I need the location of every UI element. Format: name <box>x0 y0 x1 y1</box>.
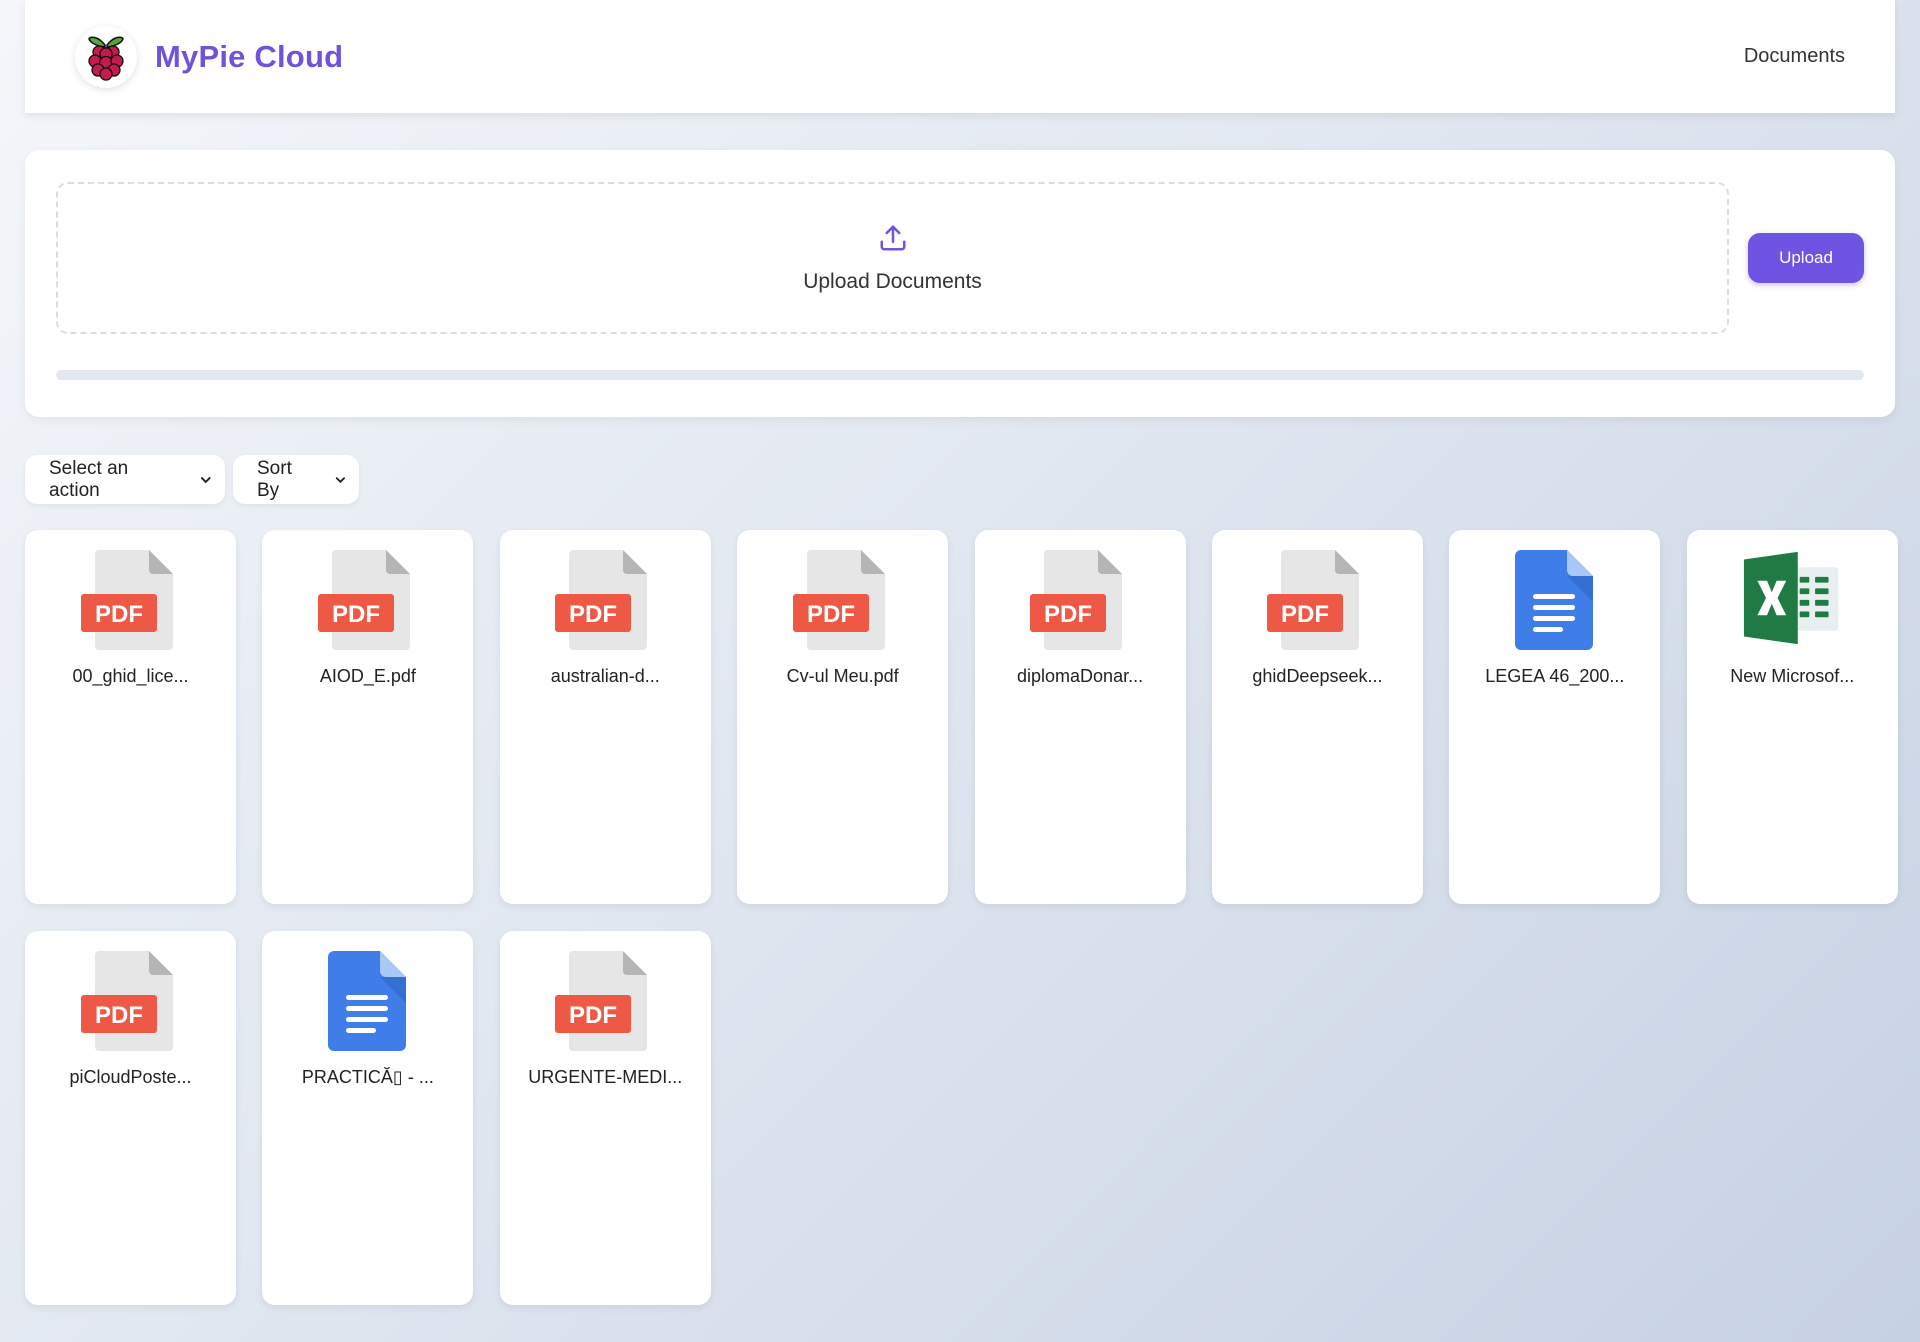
chevron-down-icon <box>201 476 212 483</box>
upload-dropzone[interactable]: Upload Documents <box>56 182 1729 334</box>
google-docs-file-icon <box>1505 548 1605 650</box>
file-name: 00_ghid_lice... <box>72 666 189 686</box>
pdf-file-icon: PDF <box>80 548 181 650</box>
action-select[interactable]: Select an action <box>25 455 225 504</box>
pdf-file-icon: PDF <box>317 548 418 650</box>
file-name: URGENTE-MEDI... <box>528 1067 683 1087</box>
sort-select-value: Sort By <box>257 457 292 501</box>
pdf-file-icon: PDF <box>792 548 893 650</box>
upload-button[interactable]: Upload <box>1748 233 1864 283</box>
file-name: Cv-ul Meu.pdf <box>786 666 899 686</box>
pdf-label: PDF <box>569 601 617 628</box>
upload-progress-bar <box>56 370 1864 380</box>
file-card[interactable]: New Microsof... <box>1686 530 1898 904</box>
excel-file-icon <box>1742 548 1842 650</box>
pdf-file-icon: PDF <box>555 548 655 650</box>
pdf-label: PDF <box>95 1002 143 1029</box>
file-card[interactable]: PDF Cv-ul Meu.pdf <box>737 530 949 904</box>
pdf-label: PDF <box>807 601 855 628</box>
file-card[interactable]: LEGEA 46_200... <box>1449 530 1661 904</box>
file-name: New Microsof... <box>1730 666 1855 686</box>
file-name: LEGEA 46_200... <box>1485 666 1625 686</box>
pdf-label: PDF <box>1281 601 1329 628</box>
dropzone-label: Upload Documents <box>803 269 982 293</box>
file-name: PRACTICĂ▯ - ... <box>301 1067 434 1087</box>
sort-select[interactable]: Sort By <box>233 455 359 504</box>
file-card[interactable]: PDF ghidDeepseek... <box>1211 530 1423 904</box>
pdf-file-icon: PDF <box>1267 548 1367 650</box>
pdf-label: PDF <box>332 601 380 628</box>
file-name: australian-d... <box>550 666 660 686</box>
upload-panel: Upload Documents Upload <box>25 150 1895 417</box>
file-name: ghidDeepseek... <box>1252 666 1383 686</box>
action-select-value: Select an action <box>49 457 129 501</box>
upload-icon <box>878 223 908 258</box>
pdf-file-icon: PDF <box>80 949 181 1051</box>
pdf-label: PDF <box>569 1002 617 1029</box>
file-card[interactable]: PDF diplomaDonar... <box>974 530 1186 904</box>
file-grid: PDF 00_ghid_lice... PDF AIOD_E.pdf PDF austra… <box>25 530 1898 1305</box>
file-card[interactable]: PDF AIOD_E.pdf <box>262 530 474 904</box>
toolbar: Select an action Sort By <box>25 455 359 504</box>
app-title: MyPie Cloud <box>155 38 344 74</box>
nav-documents-link[interactable]: Documents <box>1744 45 1845 68</box>
file-name: piCloudPoste... <box>69 1067 192 1087</box>
pdf-file-icon: PDF <box>555 949 655 1051</box>
file-card[interactable]: PDF 00_ghid_lice... <box>25 530 236 904</box>
pdf-label: PDF <box>1044 601 1092 628</box>
file-card[interactable]: PDF piCloudPoste... <box>25 931 236 1305</box>
raspberry-pi-logo-icon <box>75 25 137 88</box>
file-card[interactable]: PDF australian-d... <box>499 530 711 904</box>
file-card[interactable]: PRACTICĂ▯ - ... <box>262 931 474 1305</box>
pdf-file-icon: PDF <box>1030 548 1130 650</box>
app-header: MyPie Cloud Documents <box>25 0 1895 113</box>
google-docs-file-icon <box>318 949 418 1051</box>
pdf-label: PDF <box>95 601 143 628</box>
chevron-down-icon <box>335 476 346 483</box>
brand[interactable]: MyPie Cloud <box>75 25 344 88</box>
file-name: AIOD_E.pdf <box>319 666 416 686</box>
file-card[interactable]: PDF URGENTE-MEDI... <box>499 931 711 1305</box>
file-name: diplomaDonar... <box>1017 666 1144 686</box>
